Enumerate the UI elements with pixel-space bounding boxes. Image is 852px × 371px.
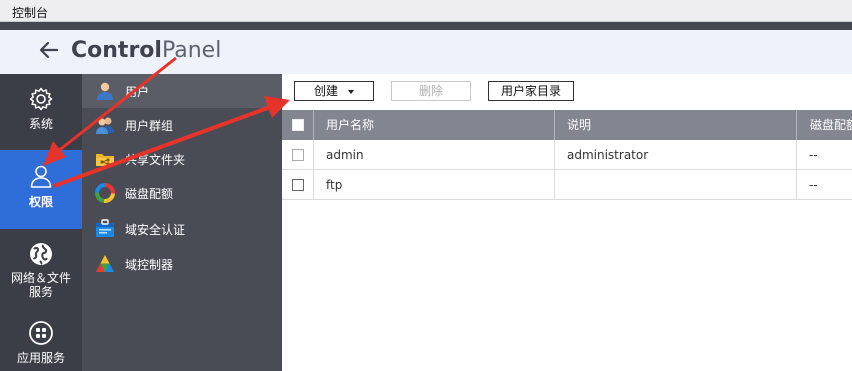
subnav-label-shared-folders: 共享文件夹 (125, 153, 186, 167)
create-button-label: 创建 (313, 84, 338, 98)
user-icon (30, 165, 52, 188)
nav-label-app-services: 应用服务 (16, 351, 65, 365)
subnav-item-users[interactable]: 用户 (82, 74, 282, 108)
titlebar-divider (0, 22, 852, 30)
subnav-item-disk-quota[interactable]: 磁盘配额 (82, 176, 282, 210)
cell-disk-quota: -- (809, 178, 818, 192)
subnav-item-domain-security[interactable]: 域安全认证 (82, 212, 282, 246)
toolbar: 创建 删除 用户家目录 (282, 74, 852, 110)
sub-nav: 用户 用户群组 共享文件夹 磁盘配额 域安全认证 域控制器 (82, 74, 282, 371)
gear-icon (29, 87, 53, 111)
chevron-down-icon (348, 89, 354, 94)
window-title: 控制台 (12, 6, 49, 20)
subnav-item-shared-folders[interactable]: 共享文件夹 (82, 142, 282, 176)
delete-button-label: 删除 (418, 84, 443, 98)
subnav-item-domain-controller[interactable]: 域控制器 (82, 247, 282, 281)
nav-label-permissions: 权限 (28, 195, 53, 209)
domain-security-icon (96, 219, 114, 237)
cell-description (567, 170, 787, 200)
apps-icon (29, 321, 53, 345)
row-checkbox[interactable] (292, 179, 304, 191)
domain-controller-icon (96, 255, 114, 272)
shared-folder-icon (96, 154, 114, 166)
cell-disk-quota: -- (809, 148, 818, 162)
column-divider (796, 110, 797, 140)
user-group-icon (96, 117, 114, 134)
nav-label-network-file-services: 网络＆文件 服务 (10, 271, 71, 299)
column-divider (313, 110, 314, 140)
nav-label-system: 系统 (28, 117, 53, 131)
brand-part-control: Control (71, 38, 162, 63)
table-row[interactable]: admin administrator -- (282, 140, 852, 170)
subnav-label-user-groups: 用户群组 (125, 119, 174, 133)
column-divider (313, 140, 314, 170)
column-header-description[interactable]: 说明 (567, 110, 787, 140)
nav-item-network-file-services[interactable]: 网络＆文件 服务 (0, 229, 82, 314)
user-home-folder-button[interactable]: 用户家目录 (488, 81, 574, 101)
nav-item-system[interactable]: 系统 (0, 74, 82, 150)
main-content: 创建 删除 用户家目录 用户名称 说明 磁盘配额 admin administr… (282, 74, 852, 371)
cell-username: admin (326, 148, 364, 162)
subnav-label-domain-controller: 域控制器 (125, 258, 174, 272)
subnav-label-disk-quota: 磁盘配额 (125, 187, 174, 201)
table-header: 用户名称 说明 磁盘配额 (282, 110, 852, 140)
column-divider (554, 140, 555, 170)
back-arrow-icon[interactable] (38, 39, 60, 61)
select-all-checkbox[interactable] (292, 119, 304, 131)
nav-item-app-services[interactable]: 应用服务 (0, 314, 82, 371)
table-row[interactable]: ftp -- (282, 170, 852, 200)
column-divider (554, 170, 555, 200)
nav-item-permissions[interactable]: 权限 (0, 150, 82, 229)
disk-quota-icon (95, 183, 115, 203)
row-checkbox[interactable] (292, 149, 304, 161)
globe-icon (30, 243, 52, 265)
user-icon (97, 82, 113, 100)
delete-button[interactable]: 删除 (391, 81, 471, 101)
column-header-username[interactable]: 用户名称 (326, 110, 546, 140)
column-divider (796, 170, 797, 200)
window-titlebar: 控制台 (0, 0, 852, 22)
subnav-label-domain-security: 域安全认证 (125, 223, 186, 237)
main-nav: 系统 权限 网络＆文件 服务 应用服务 (0, 74, 82, 371)
subnav-item-user-groups[interactable]: 用户群组 (82, 108, 282, 142)
user-home-folder-button-label: 用户家目录 (500, 84, 561, 98)
column-header-disk-quota[interactable]: 磁盘配额 (810, 110, 852, 140)
column-divider (554, 110, 555, 140)
cell-username: ftp (326, 178, 343, 192)
app-header: ControlPanel (0, 30, 852, 74)
app-brand: ControlPanel (71, 38, 221, 63)
column-divider (796, 140, 797, 170)
subnav-label-users: 用户 (125, 85, 150, 99)
brand-part-panel: Panel (161, 38, 222, 63)
create-button[interactable]: 创建 (294, 81, 374, 101)
cell-description: administrator (567, 148, 649, 162)
column-divider (313, 170, 314, 200)
